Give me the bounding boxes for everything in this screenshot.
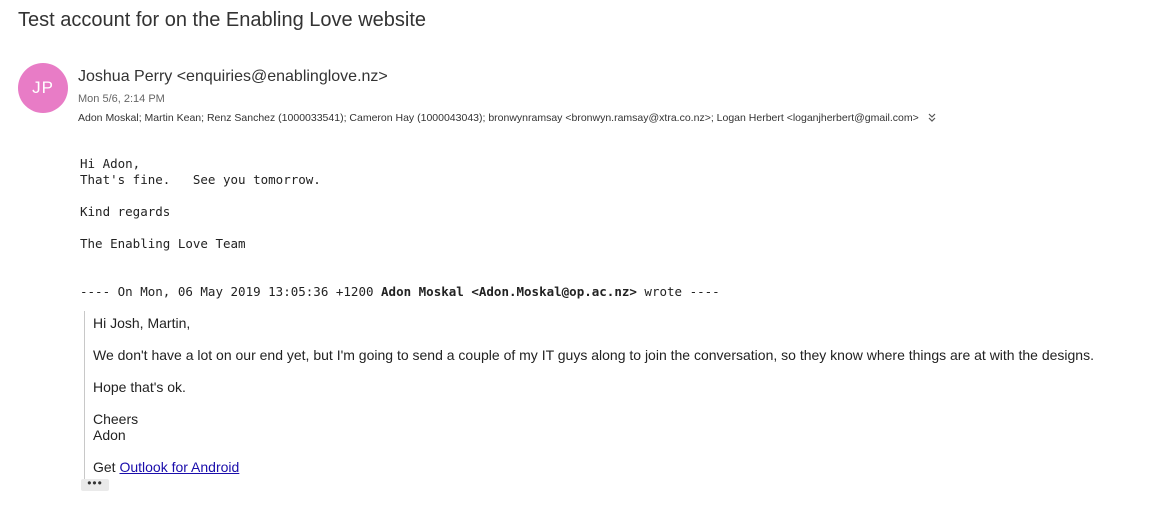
reply-greeting: Hi Adon, bbox=[80, 156, 141, 171]
outlook-for-android-link[interactable]: Outlook for Android bbox=[119, 459, 239, 475]
quote-header-suffix: wrote ---- bbox=[636, 284, 720, 299]
quoted-paragraph: We don't have a lot on our end yet, but … bbox=[93, 347, 1094, 363]
avatar[interactable]: JP bbox=[18, 63, 68, 113]
ellipsis-icon: ••• bbox=[87, 476, 103, 490]
reply-team-signature: The Enabling Love Team bbox=[80, 236, 246, 251]
sender-name[interactable]: Joshua Perry <enquiries@enablinglove.nz> bbox=[78, 68, 388, 86]
sent-date: Mon 5/6, 2:14 PM bbox=[78, 93, 165, 105]
show-more-button[interactable]: ••• bbox=[81, 476, 109, 491]
double-chevron-down-icon[interactable] bbox=[927, 112, 937, 124]
quoted-hope: Hope that's ok. bbox=[93, 379, 186, 395]
reply-signoff: Kind regards bbox=[80, 204, 171, 219]
quoted-message: Hi Josh, Martin, We don't have a lot on … bbox=[84, 311, 1145, 479]
quote-header-prefix: ---- On Mon, 06 May 2019 13:05:36 +1200 bbox=[80, 284, 382, 299]
avatar-initials: JP bbox=[32, 78, 54, 97]
quoted-greeting: Hi Josh, Martin, bbox=[93, 315, 191, 331]
email-subject: Test account for on the Enabling Love we… bbox=[18, 9, 427, 31]
quote-author: Adon Moskal <Adon.Moskal@op.ac.nz> bbox=[381, 284, 637, 299]
quoted-name: Adon bbox=[93, 427, 126, 443]
quoted-get-line: Get Outlook for Android bbox=[93, 459, 239, 475]
quote-header: ---- On Mon, 06 May 2019 13:05:36 +1200 … bbox=[80, 284, 720, 299]
quoted-cheers: Cheers bbox=[93, 411, 139, 427]
reply-line: That's fine. See you tomorrow. bbox=[80, 172, 321, 187]
recipient-list: Adon Moskal; Martin Kean; Renz Sanchez (… bbox=[78, 112, 937, 124]
recipients-text[interactable]: Adon Moskal; Martin Kean; Renz Sanchez (… bbox=[78, 112, 919, 124]
get-prefix: Get bbox=[93, 459, 120, 475]
